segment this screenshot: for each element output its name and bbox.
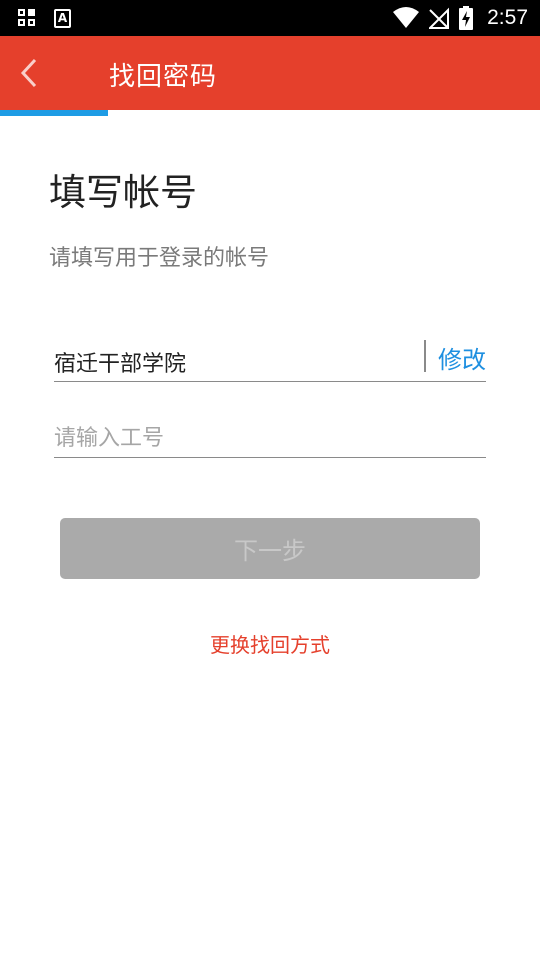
- app-bar: 找回密码: [0, 36, 540, 110]
- wifi-icon: [393, 7, 420, 28]
- chevron-left-icon: [20, 58, 37, 88]
- employee-id-input[interactable]: [54, 422, 486, 454]
- back-button[interactable]: [10, 51, 54, 95]
- field-divider: [424, 340, 426, 372]
- school-value: 宿迁干部学院: [54, 352, 187, 377]
- a-badge-icon: A: [54, 9, 71, 28]
- employee-id-field: [54, 418, 486, 458]
- school-field: 宿迁干部学院 修改: [54, 336, 486, 382]
- no-signal-icon: [429, 7, 450, 29]
- status-time: 2:57: [487, 6, 528, 29]
- step-heading: 填写帐号: [49, 171, 197, 214]
- battery-charging-icon: [459, 6, 474, 30]
- next-step-button[interactable]: 下一步: [60, 518, 480, 579]
- progress-fill: [0, 110, 108, 116]
- status-bar: A 2:57: [0, 0, 540, 36]
- switch-method-link[interactable]: 更换找回方式: [0, 629, 540, 658]
- modify-school-link[interactable]: 修改: [438, 340, 486, 375]
- grid-icon: [18, 9, 36, 27]
- page-title: 找回密码: [109, 62, 218, 92]
- progress-bar: [0, 110, 540, 118]
- step-subheading: 请填写用于登录的帐号: [49, 246, 270, 271]
